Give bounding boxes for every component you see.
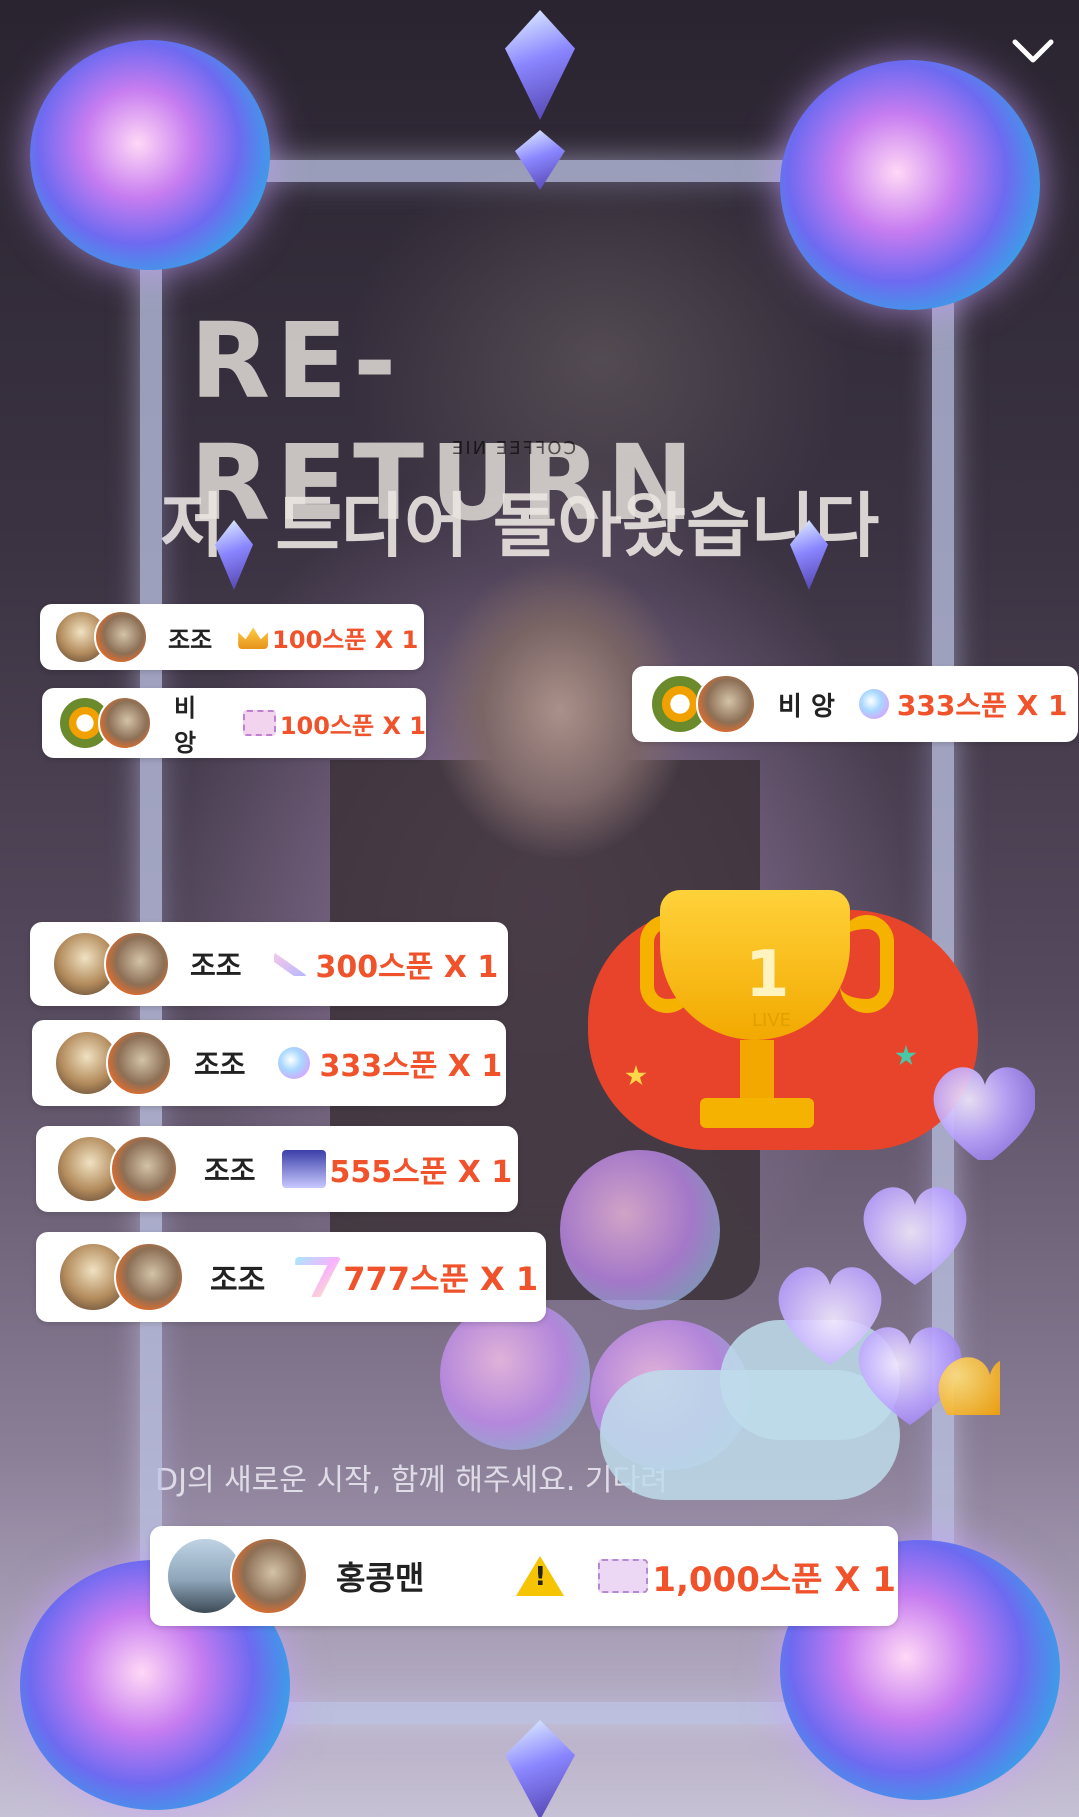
avatar: [110, 1135, 178, 1203]
chevron-down-icon[interactable]: [1011, 36, 1055, 66]
orb-icon: [858, 689, 889, 719]
sender-name: 홍콩맨: [336, 1559, 425, 1597]
sender-name: 조조: [210, 1263, 266, 1298]
trophy-base: [700, 1098, 814, 1128]
avatar-pair: [58, 1242, 184, 1312]
avatar: [696, 674, 756, 734]
avatar-pair: [54, 1030, 172, 1096]
gift-amount: 333스푼 X 1: [896, 689, 1068, 722]
sender-name: 비 앙: [778, 691, 835, 722]
gift-amount: 300스푼 X 1: [315, 950, 499, 985]
gift-notice: 비 앙 100스푼 X 1: [42, 688, 426, 758]
sender-name: 조조: [190, 949, 242, 982]
warning-mark: !: [534, 1562, 547, 1592]
gift-notice: 조조 300스푼 X 1: [30, 922, 508, 1006]
avatar: [104, 931, 170, 997]
avatar: [98, 696, 152, 750]
warning-icon: !: [516, 1556, 565, 1596]
avatar-pair: [166, 1537, 308, 1615]
gift-amount: 777스푼 X 1: [343, 1260, 539, 1298]
rose-top-left: [30, 40, 270, 270]
sender-name: 조조: [204, 1154, 256, 1187]
trophy-stem: [740, 1040, 774, 1100]
clover-leaf-2: [440, 1300, 590, 1450]
gift-notice: 조조 100스푼 X 1: [40, 604, 424, 670]
avatar: [94, 610, 148, 664]
rose-top-right: [780, 60, 1040, 310]
stage-icon: [281, 1150, 326, 1188]
avatar-pair: [54, 610, 148, 664]
gift-notice: 조조 333스푼 X 1: [32, 1020, 506, 1106]
trophy-live-text: LIVE: [752, 1010, 792, 1031]
avatar-pair: [650, 674, 756, 734]
feather-icon: [273, 952, 308, 976]
sender-name: 조조: [194, 1048, 246, 1081]
avatar: [114, 1242, 184, 1312]
gift-notice: 조조 777스푼 X 1: [36, 1232, 546, 1322]
avatar-pair: [56, 1135, 178, 1203]
lucky7-icon: [295, 1257, 342, 1297]
crown-icon: [238, 627, 269, 649]
sender-name: 조조: [168, 625, 213, 654]
avatar-pair: [58, 696, 152, 750]
ticket-icon: [242, 710, 276, 736]
orb-icon: [277, 1047, 310, 1079]
gift-amount: 100스푼 X 1: [272, 625, 419, 654]
ticket-icon: [598, 1559, 649, 1593]
avatar-pair: [52, 931, 170, 997]
clover-leaf-1: [560, 1150, 720, 1310]
avatar: [106, 1030, 172, 1096]
trophy-number: 1: [745, 938, 790, 1012]
gift-amount: 100스푼 X 1: [279, 711, 426, 740]
gift-notice: 조조 555스푼 X 1: [36, 1126, 518, 1212]
gift-notice: 비 앙 333스푼 X 1: [632, 666, 1078, 742]
gift-amount: 1,000스푼 X 1: [652, 1559, 896, 1600]
gift-amount: 333스푼 X 1: [319, 1049, 503, 1084]
avatar: [230, 1537, 308, 1615]
sender-name: 비 앙: [174, 694, 197, 757]
gift-notice-highlight: 홍콩맨 ! 1,000스푼 X 1: [150, 1526, 898, 1626]
gift-amount: 555스푼 X 1: [329, 1155, 513, 1190]
